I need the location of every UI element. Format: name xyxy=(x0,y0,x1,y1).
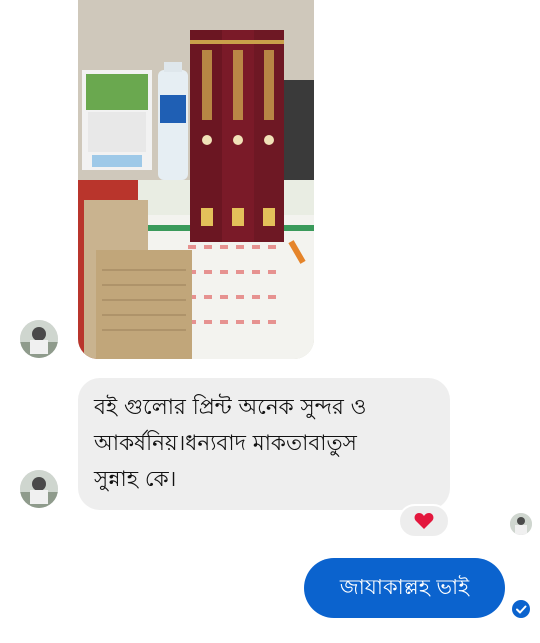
message-line: আকর্ষনিয়।ধন্যবাদ মাকতাবাতুস xyxy=(94,431,357,456)
incoming-message-bubble[interactable]: বই গুলোর প্রিন্ট অনেক সুন্দর ও আকর্ষনিয়… xyxy=(78,378,450,510)
outgoing-message-bubble[interactable]: জাযাকাল্লহ ভাই xyxy=(304,558,505,618)
message-line: সুন্নাহ কে। xyxy=(94,467,177,492)
seen-avatar-image xyxy=(510,513,532,535)
avatar-image xyxy=(20,320,58,358)
avatar-image xyxy=(20,470,58,508)
delivered-check-icon xyxy=(512,600,530,618)
heart-icon xyxy=(414,513,434,529)
shared-photo[interactable] xyxy=(78,0,314,359)
message-line: বই গুলোর প্রিন্ট অনেক সুন্দর ও xyxy=(94,395,367,420)
sender-avatar[interactable] xyxy=(20,320,58,358)
sender-avatar[interactable] xyxy=(20,470,58,508)
seen-avatar xyxy=(510,513,532,535)
shared-photo-image xyxy=(78,0,314,359)
outgoing-message-text: জাযাকাল্লহ ভাই xyxy=(339,574,470,599)
reaction-pill[interactable] xyxy=(398,504,450,538)
